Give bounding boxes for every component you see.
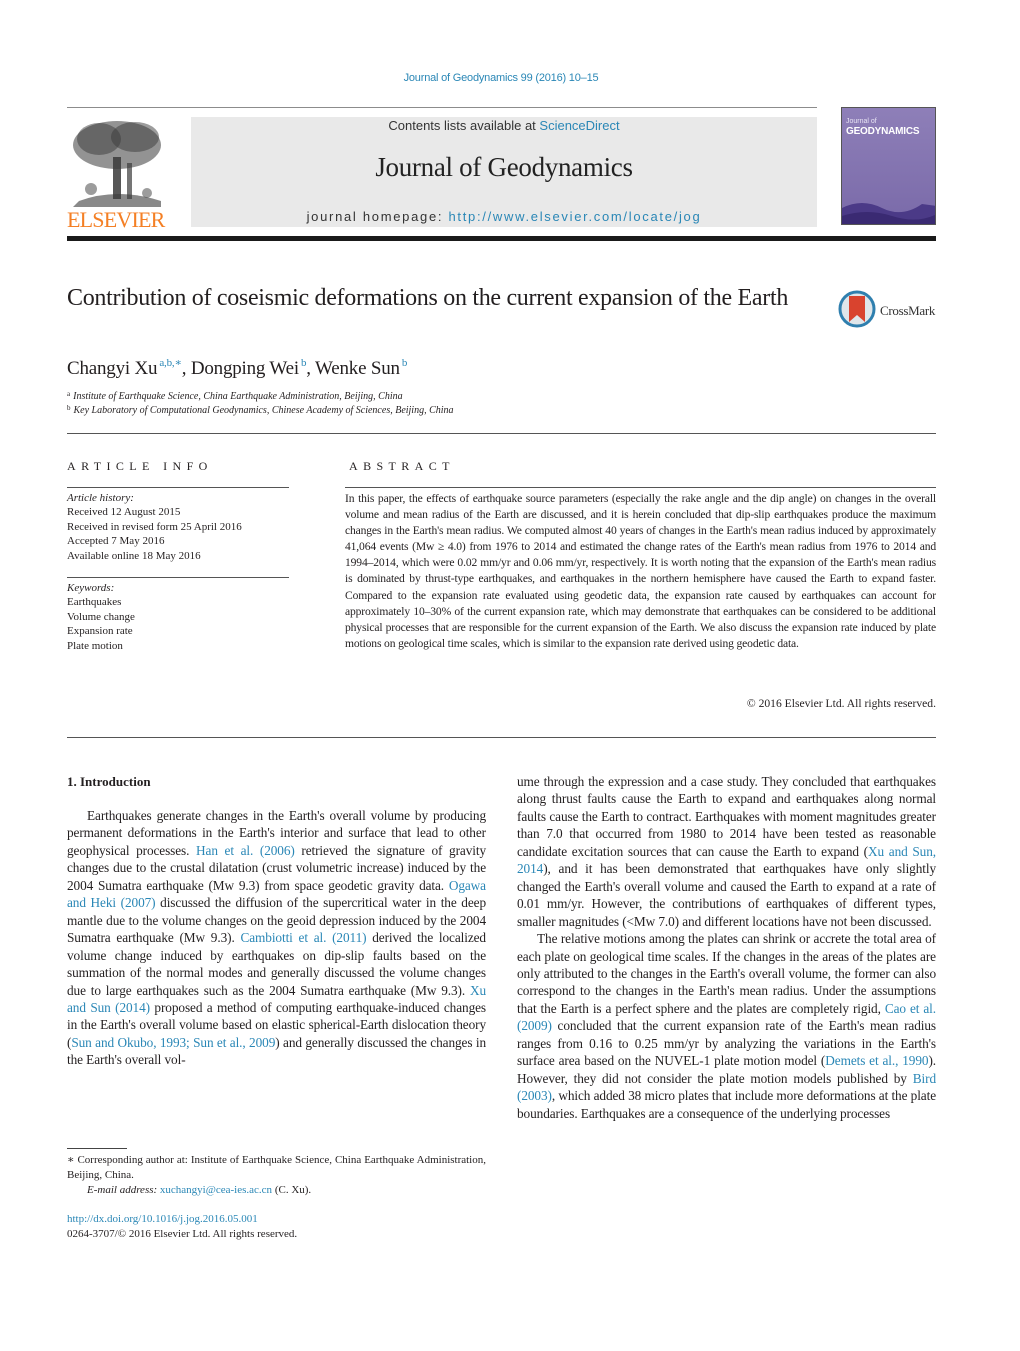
abstract-heading: ABSTRACT [349,459,455,473]
author-list: Changyi Xu a,b,∗, Dongping Wei b, Wenke Su… [67,357,408,379]
citation-link[interactable]: Sun and Okubo, 1993; Sun et al., 2009 [71,1035,275,1050]
cover-title-big: GEODYNAMICS [846,126,920,137]
affiliation: a Institute of Earthquake Science, China … [67,390,403,402]
affiliation-mark: a [67,390,71,398]
journal-banner: Contents lists available at ScienceDirec… [191,117,817,227]
email-line: E-mail address: xuchangyi@cea-ies.ac.cn … [67,1183,486,1198]
citation-link[interactable]: Han et al. (2006) [196,843,295,858]
affiliation: b Key Laboratory of Computational Geodyna… [67,404,454,416]
elsevier-wordmark: ELSEVIER [67,207,165,232]
affiliation-text: Institute of Earthquake Science, China E… [73,391,403,402]
issn-copyright: 0264-3707/© 2016 Elsevier Ltd. All right… [67,1228,298,1240]
keyword: Plate motion [67,639,123,652]
history-item: Received in revised form 25 April 2016 [67,520,242,533]
citation-link[interactable]: Cambiotti et al. (2011) [240,930,366,945]
cover-wave-graphic [842,203,935,224]
article-title: Contribution of coseismic deformations o… [67,285,789,311]
homepage-line: journal homepage: http://www.elsevier.co… [191,209,817,224]
paragraph: The relative motions among the plates ca… [517,930,936,1122]
footnotes: ∗ Corresponding author at: Institute of … [67,1153,486,1198]
author-affiliation-marks[interactable]: b [301,357,307,369]
corresponding-author-note: ∗ Corresponding author at: Institute of … [67,1154,486,1181]
keyword: Expansion rate [67,625,133,638]
keyword: Earthquakes [67,596,122,609]
journal-title: Journal of Geodynamics [375,152,633,182]
history-item: Received 12 August 2015 [67,506,181,519]
email-label: E-mail address: [87,1184,160,1196]
homepage-prefix: journal homepage: [306,209,449,224]
sciencedirect-link[interactable]: ScienceDirect [539,118,619,133]
affiliation-text: Key Laboratory of Computational Geodynam… [73,405,454,416]
contents-line: Contents lists available at ScienceDirec… [191,118,817,133]
paragraph: ume through the expression and a case st… [517,773,936,930]
author-name[interactable]: Dongping Wei [191,358,299,379]
abstract-copyright: © 2016 Elsevier Ltd. All rights reserved… [746,697,936,710]
text: ), and it has been demonstrated that ear… [517,861,936,929]
doi-block: http://dx.doi.org/10.1016/j.jog.2016.05.… [67,1212,297,1242]
history-item: Accepted 7 May 2016 [67,535,165,548]
text: , which added 38 micro plates that inclu… [517,1088,936,1121]
header-thick-rule [67,236,936,241]
doi-link[interactable]: http://dx.doi.org/10.1016/j.jog.2016.05.… [67,1213,258,1225]
keywords-heading: Keywords: [67,582,115,594]
article-history: Article history: Received 12 August 2015… [67,491,289,563]
crossmark-icon [838,290,876,328]
header-rule [67,107,817,108]
citation-link[interactable]: Demets et al., 1990 [825,1053,928,1068]
section-heading: 1. Introduction [67,774,151,789]
author-name[interactable]: Wenke Sun [315,358,400,379]
author-affiliation-marks[interactable]: b [402,357,408,369]
cover-title-small: Journal of [846,118,877,125]
divider [67,737,936,738]
text: The relative motions among the plates ca… [517,931,936,1016]
article-info-heading: ARTICLE INFO [67,459,213,473]
divider [67,577,289,578]
journal-cover[interactable]: Journal of GEODYNAMICS [841,107,936,225]
elsevier-tree-icon [73,121,161,207]
divider [67,487,289,488]
affiliation-mark: b [67,404,71,412]
keywords: Keywords: Earthquakes Volume change Expa… [67,581,289,653]
author-affiliation-marks[interactable]: a,b,∗ [159,357,182,369]
author-name[interactable]: Changyi Xu [67,358,158,379]
divider [67,433,936,434]
abstract-text: In this paper, the effects of earthquake… [345,492,936,650]
elsevier-logo[interactable]: ELSEVIER [67,117,167,232]
email-suffix: (C. Xu). [272,1184,312,1196]
paragraph: Earthquakes generate changes in the Eart… [67,807,486,1069]
footnote-rule [67,1148,127,1149]
body-column-right: ume through the expression and a case st… [517,773,936,1122]
history-item: Available online 18 May 2016 [67,549,201,562]
crossmark-button[interactable]: CrossMark [838,290,938,330]
homepage-link[interactable]: http://www.elsevier.com/locate/jog [449,209,702,224]
email-link[interactable]: xuchangyi@cea-ies.ac.cn [160,1184,272,1196]
running-head[interactable]: Journal of Geodynamics 99 (2016) 10–15 [0,72,1002,84]
contents-prefix: Contents lists available at [388,118,540,133]
divider [345,487,936,488]
keyword: Volume change [67,610,135,623]
history-heading: Article history: [67,492,134,504]
crossmark-label: CrossMark [880,303,936,318]
body-column-left: Earthquakes generate changes in the Eart… [67,807,486,1069]
